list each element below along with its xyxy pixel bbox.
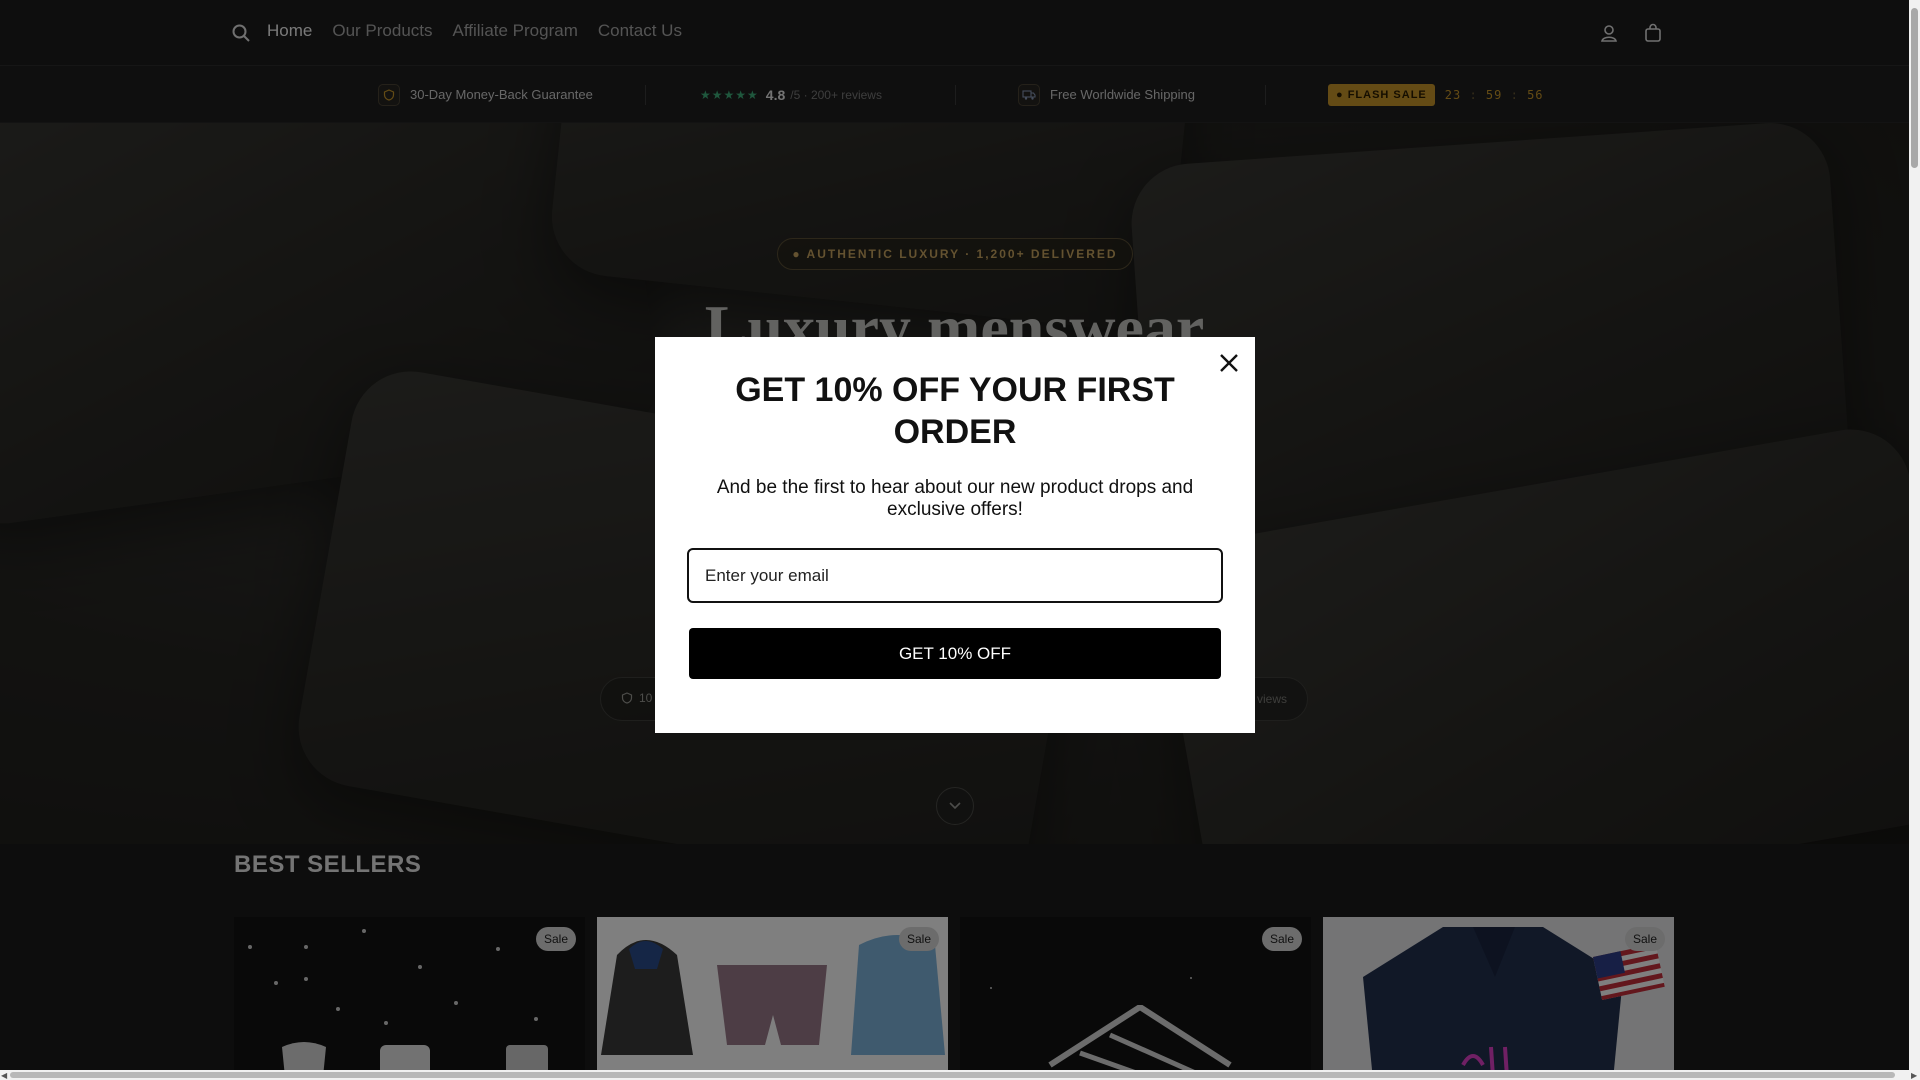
horizontal-scrollbar[interactable]: ◀ ▶: [0, 1070, 1920, 1080]
popup-subtitle: And be the first to hear about our new p…: [716, 477, 1194, 520]
close-icon[interactable]: [1215, 349, 1243, 377]
email-field[interactable]: [687, 548, 1223, 603]
get-discount-button[interactable]: GET 10% OFF: [689, 628, 1221, 679]
scroll-left-icon[interactable]: ◀: [1, 1071, 7, 1080]
horizontal-scrollbar-thumb[interactable]: [10, 1072, 1895, 1078]
popup-title: GET 10% OFF YOUR FIRST ORDER: [735, 371, 1175, 451]
vertical-scrollbar[interactable]: [1909, 0, 1920, 1070]
scroll-right-icon[interactable]: ▶: [1911, 1071, 1917, 1080]
vertical-scrollbar-thumb[interactable]: [1911, 8, 1918, 168]
discount-popup: GET 10% OFF YOUR FIRST ORDER And be the …: [655, 337, 1255, 733]
